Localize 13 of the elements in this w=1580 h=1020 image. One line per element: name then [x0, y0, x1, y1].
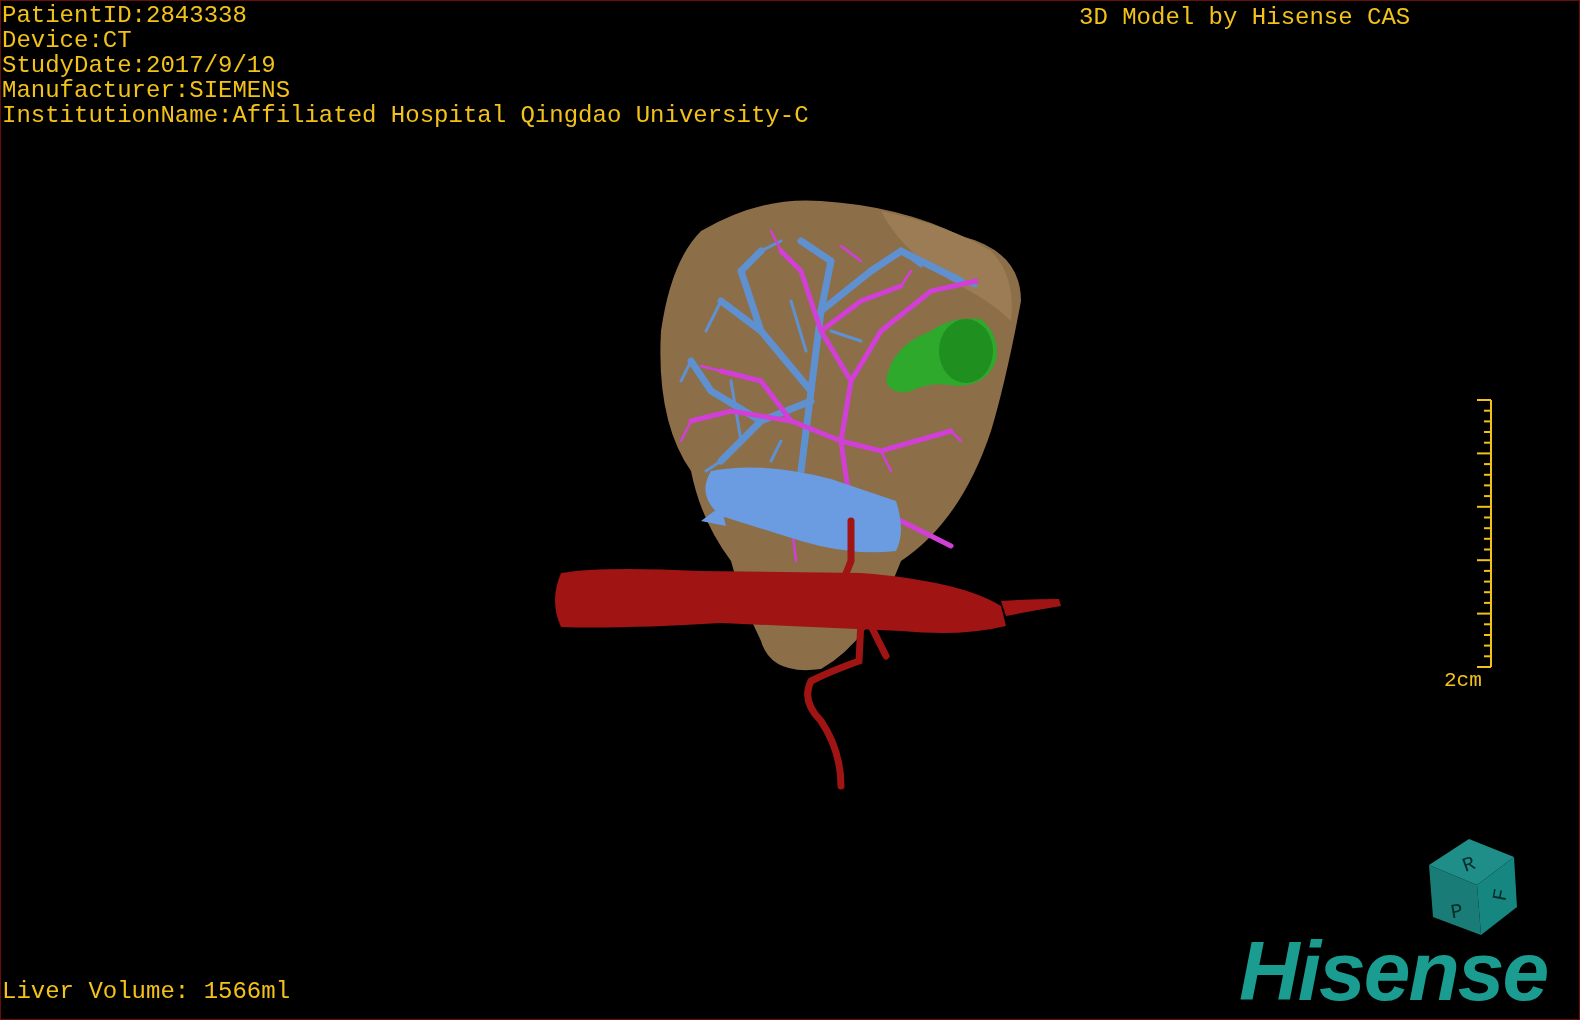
liver-volume-text: Liver Volume: 1566ml — [2, 979, 291, 1004]
scale-label: 2cm — [1444, 668, 1482, 693]
cube-face-label: P — [1449, 899, 1465, 925]
info-line: InstitutionName:Affiliated Hospital Qingdao University-C — [2, 103, 809, 128]
cube-face-label: F — [1488, 887, 1514, 903]
info-line: StudyDate:2017/9/19 — [2, 53, 277, 78]
brand-logo: Hisense — [1239, 929, 1548, 1013]
info-line: Manufacturer:SIEMENS — [2, 78, 292, 103]
overlay-title: 3D Model by Hisense CAS — [1079, 5, 1411, 30]
info-line: Device:CT — [2, 28, 133, 53]
orientation-cube-drawing[interactable] — [1429, 839, 1517, 935]
cube-face-label: R — [1459, 851, 1479, 878]
info-line: PatientID:2843338 — [2, 3, 248, 28]
